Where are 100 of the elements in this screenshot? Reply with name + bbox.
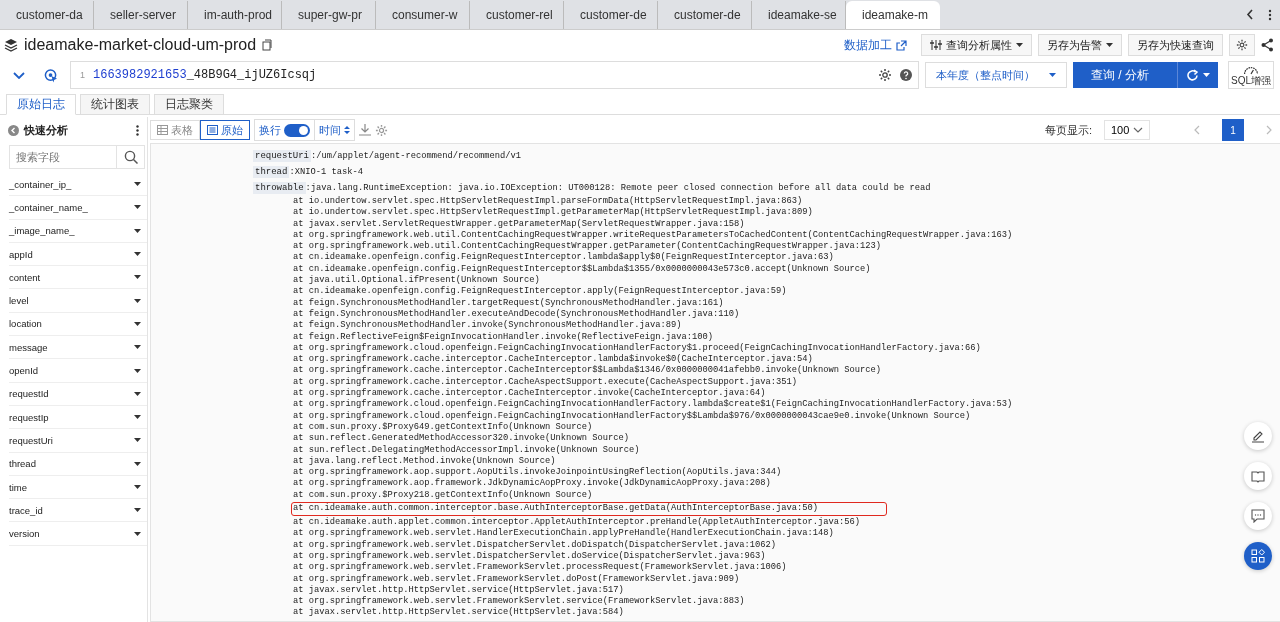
book-icon xyxy=(1251,469,1265,483)
field-name: trace_id xyxy=(9,504,43,516)
field-item[interactable]: _container_name_ xyxy=(9,196,147,220)
page-title: ideamake-market-cloud-um-prod xyxy=(24,36,257,54)
field-name: requestIp xyxy=(9,411,49,423)
stack-line: at org.springframework.web.servlet.FrameworkServlet.service(FrameworkServlet.java:883) xyxy=(292,596,745,607)
time-range-dropdown[interactable]: 本年度（整点时间） xyxy=(925,62,1067,88)
view-mode-tab[interactable]: 原始 xyxy=(200,120,250,140)
field-item[interactable]: _image_name_ xyxy=(9,219,147,243)
stack-line: at org.springframework.cache.interceptor.CacheAspectSupport.execute(CacheAspectSupport.java:351) xyxy=(292,376,798,388)
stack-line: at org.springframework.aop.framework.JdkDynamicAopProxy.invoke(JdkDynamicAopProxy.java:208) xyxy=(292,478,771,490)
field-item[interactable]: openId xyxy=(9,359,147,383)
field-key: thread xyxy=(253,166,290,178)
download-icon[interactable] xyxy=(359,124,371,136)
collapse-icon[interactable] xyxy=(8,124,19,136)
browser-tab[interactable]: ideamake-m xyxy=(846,1,940,29)
menu-icon[interactable] xyxy=(1268,9,1272,21)
stack-line: at sun.reflect.GeneratedMethodAccessor320.invoke(Unknown Source) xyxy=(292,433,630,445)
help-icon[interactable] xyxy=(900,69,912,81)
table-icon xyxy=(157,125,168,135)
caret-icon xyxy=(134,415,141,420)
share-icon[interactable] xyxy=(1261,38,1274,52)
sort-button[interactable]: 时间 xyxy=(315,122,354,138)
stack-line: at io.undertow.servlet.spec.HttpServletRequestImpl.getParameterMap(HttpServletRequestImpl.java:809) xyxy=(292,207,813,219)
browser-tab[interactable]: super-gw-pr xyxy=(282,1,376,29)
field-name: requestId xyxy=(9,388,49,400)
back-icon[interactable] xyxy=(1246,9,1254,20)
browser-tab[interactable]: customer-de xyxy=(658,1,752,29)
settings-icon[interactable] xyxy=(878,68,892,82)
menu-button[interactable]: 另存为告警 xyxy=(1038,34,1122,56)
caret-icon xyxy=(134,438,141,443)
view-tab[interactable]: 统计图表 xyxy=(80,94,150,114)
query-editor[interactable]: 1 1663982921653_48B9G4_ijUZ6Icsqj xyxy=(70,61,919,89)
copy-icon[interactable] xyxy=(262,39,273,51)
view-tab[interactable]: 日志聚类 xyxy=(154,94,224,114)
stack-line: at org.springframework.cloud.openfeign.FeignCachingInvocationHandlerFactory$$Lambda$976/0x0000000043cae9e0.invoke(Unknown Source) xyxy=(292,410,971,422)
stack-line: at feign.ReflectiveFeign$FeignInvocationHandler.invoke(ReflectiveFeign.java:100) xyxy=(292,331,714,343)
browser-tab[interactable]: customer-rel xyxy=(470,1,564,29)
field-key: throwable xyxy=(253,182,306,194)
field-name: requestUri xyxy=(9,434,53,446)
field-item[interactable]: version xyxy=(9,522,147,546)
stack-line: at cn.ideamake.openfeign.config.FeignRequestInterceptor.lambda$apply$0(FeignRequestInterceptor.java:63) xyxy=(292,252,834,264)
browser-tab[interactable]: seller-server xyxy=(94,1,188,29)
field-item[interactable]: requestId xyxy=(9,382,147,406)
save-query-button[interactable]: 另存为快速查询 xyxy=(1128,34,1223,56)
field-item[interactable]: appId xyxy=(9,242,147,267)
caret-icon xyxy=(134,485,141,489)
stack-line: at cn.ideamake.auth.applet.common.interceptor.AppletAuthInterceptor.preHandle(AppletAuthInterceptor.java:56) xyxy=(292,517,861,528)
field-item[interactable]: requestUri xyxy=(9,429,147,453)
browser-tab[interactable]: customer-da xyxy=(0,1,94,29)
stack-line: at cn.ideamake.openfeign.config.FeignRequestInterceptor.apply(FeignRequestInterceptor.java:59) xyxy=(292,286,787,298)
field-item[interactable]: message xyxy=(9,336,147,360)
sql-enhance-button[interactable]: SQL增强 xyxy=(1228,61,1274,89)
search-field[interactable]: 搜索字段 xyxy=(9,145,117,169)
caret-icon xyxy=(134,508,141,513)
field-item[interactable]: _container_ip_ xyxy=(9,173,147,197)
stack-line: at org.springframework.cloud.openfeign.FeignCachingInvocationHandlerFactory.lambda$create$1(FeignCachingInvocationHandlerFactory.java:53) xyxy=(292,399,1013,411)
refresh-icon xyxy=(1186,69,1199,81)
wrap-label: 换行 xyxy=(259,122,281,138)
field-item[interactable]: location xyxy=(9,312,147,337)
field-item[interactable]: thread xyxy=(9,452,147,476)
field-value: :java.lang.RuntimeException: java.io.IOException: UT000128: Remote peer closed connection before all data could be read xyxy=(305,183,931,193)
browser-tab[interactable]: customer-de xyxy=(564,1,658,29)
view-mode-tab[interactable]: 表格 xyxy=(150,120,200,140)
field-item[interactable]: trace_id xyxy=(9,499,147,523)
field-name: thread xyxy=(9,458,36,470)
page-size-dropdown[interactable]: 100 xyxy=(1104,120,1150,140)
page-button[interactable]: 1 xyxy=(1222,119,1244,141)
stack-line: at org.springframework.cloud.openfeign.FeignCachingInvocationHandlerFactory$1.proceed(FeignCachingInvocationHandlerFactory.java:66) xyxy=(292,342,981,354)
field-name: content xyxy=(9,271,41,283)
link[interactable]: 数据加工 xyxy=(836,34,915,56)
field-item[interactable]: content xyxy=(9,266,147,290)
menu-button[interactable]: 查询分析属性 xyxy=(921,34,1032,56)
stack-line: at sun.reflect.DelegatingMethodAccessorImpl.invoke(Unknown Source) xyxy=(292,444,640,456)
layers-icon xyxy=(4,38,18,52)
caret-icon xyxy=(134,345,141,350)
browser-tab[interactable]: im-auth-prod xyxy=(188,1,282,29)
browser-tab[interactable]: consumer-w xyxy=(376,1,470,29)
chevron-down-icon xyxy=(1133,127,1143,133)
field-item[interactable]: time xyxy=(9,475,147,500)
field-name: _container_name_ xyxy=(9,201,88,213)
toggle-switch[interactable] xyxy=(284,123,310,137)
panel-title: 快速分析 xyxy=(24,122,69,138)
settings-button[interactable] xyxy=(1229,34,1255,56)
query-token: _48B9G4_ijUZ6Icsqj xyxy=(186,68,317,82)
pencil-icon xyxy=(1251,429,1265,443)
caret-icon xyxy=(1106,43,1113,47)
more-icon[interactable] xyxy=(136,124,139,136)
field-name: time xyxy=(9,481,27,493)
field-name: message xyxy=(9,341,48,353)
view-tab[interactable]: 原始日志 xyxy=(6,94,76,115)
stack-line: at java.lang.reflect.Method.invoke(Unknown Source) xyxy=(292,455,556,467)
field-item[interactable]: level xyxy=(9,289,147,313)
query-token: 1663982921653 xyxy=(93,68,187,82)
external-link-icon xyxy=(896,39,907,51)
stack-line: at feign.SynchronousMethodHandler.invoke(SynchronousMethodHandler.java:89) xyxy=(292,320,682,332)
field-item[interactable]: requestIp xyxy=(9,405,147,430)
search-button[interactable] xyxy=(117,145,145,169)
stack-line: at org.springframework.cache.interceptor.CacheInterceptor.lambda$invoke$0(CacheInterceptor.java:54) xyxy=(292,354,813,365)
caret-icon xyxy=(134,321,141,326)
